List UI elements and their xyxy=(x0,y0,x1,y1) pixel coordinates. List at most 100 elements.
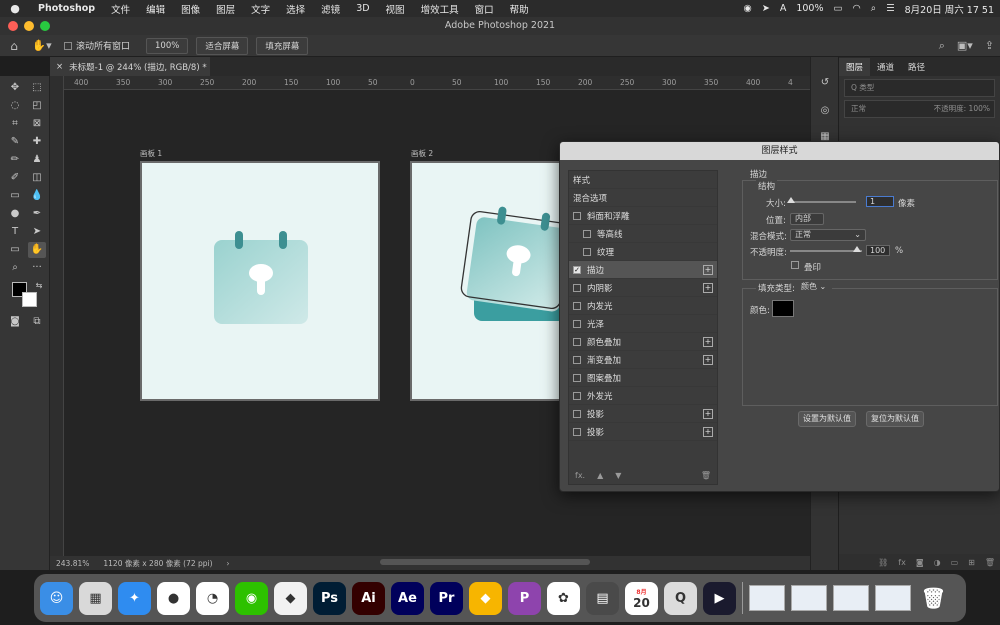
style-checkbox[interactable] xyxy=(573,319,581,328)
send-icon[interactable]: ➤ xyxy=(762,3,770,14)
menu-view[interactable]: 视图 xyxy=(378,2,413,16)
pen-tool-icon[interactable]: ✒ xyxy=(28,206,46,222)
blur-tool-icon[interactable]: 💧 xyxy=(28,188,46,204)
zoom-100-button[interactable]: 100% xyxy=(146,37,189,54)
style-list-item[interactable]: 内发光 xyxy=(569,297,717,315)
link-icon[interactable]: ⛓ xyxy=(878,558,888,567)
style-checkbox[interactable] xyxy=(573,355,581,364)
workspace-icon[interactable]: ▣▾ xyxy=(957,39,973,53)
style-checkbox[interactable] xyxy=(573,427,581,436)
style-list-item[interactable]: 混合选项 xyxy=(569,189,717,207)
style-list-item[interactable]: 样式 xyxy=(569,171,717,189)
tree-icon[interactable]: ◆ xyxy=(274,581,307,615)
recent-document-thumbnail[interactable] xyxy=(833,585,869,611)
add-effect-icon[interactable]: + xyxy=(703,409,713,419)
swap-colors-icon[interactable]: ⇆ xyxy=(30,278,48,294)
add-effect-icon[interactable]: + xyxy=(703,427,713,437)
wifi-icon[interactable]: ◠ xyxy=(852,3,860,14)
quick-mask-icon[interactable]: ◙ xyxy=(6,314,24,330)
artboard2-label[interactable]: 画板 2 xyxy=(411,148,433,159)
menu-file[interactable]: 文件 xyxy=(103,2,138,16)
more-tools-icon[interactable]: ··· xyxy=(28,260,46,276)
healing-tool-icon[interactable]: ✚ xyxy=(28,134,46,150)
style-checkbox[interactable] xyxy=(573,373,581,382)
style-checkbox[interactable] xyxy=(573,391,581,400)
frame-tool-icon[interactable]: ⊠ xyxy=(28,116,46,132)
status-arrow[interactable]: › xyxy=(227,559,230,568)
artboard1-label[interactable]: 画板 1 xyxy=(140,148,162,159)
zoom-tool-icon[interactable]: ⌕ xyxy=(6,260,24,276)
menu-layer[interactable]: 图层 xyxy=(208,2,243,16)
clock[interactable]: 8月20日 周六 17 51 xyxy=(905,2,994,16)
scroll-all-windows-checkbox[interactable]: 滚动所有窗口 xyxy=(64,39,130,52)
fx-menu-icon[interactable]: fx. xyxy=(575,471,585,480)
move-tool-icon[interactable]: ✥ xyxy=(6,80,24,96)
mask-icon[interactable]: ◙ xyxy=(916,558,924,567)
move-down-icon[interactable]: ▼ xyxy=(615,471,621,480)
tab-layers[interactable]: 图层 xyxy=(839,58,871,76)
finder-icon[interactable]: ☺ xyxy=(40,581,73,615)
home-icon[interactable]: ⌂ xyxy=(0,39,28,53)
menu-help[interactable]: 帮助 xyxy=(502,2,537,16)
close-window-button[interactable] xyxy=(8,21,18,31)
opacity-slider[interactable] xyxy=(790,250,862,252)
quicktime-icon[interactable]: Q xyxy=(664,581,697,615)
photoshop-icon[interactable]: Ps xyxy=(313,581,346,615)
dingtalk-icon[interactable]: ◔ xyxy=(196,581,229,615)
menu-3d[interactable]: 3D xyxy=(348,3,377,14)
style-list-item[interactable]: 图案叠加 xyxy=(569,369,717,387)
history-icon[interactable]: ↺ xyxy=(816,75,834,91)
menu-window[interactable]: 窗口 xyxy=(467,2,502,16)
style-list-item[interactable]: 等高线 xyxy=(569,225,717,243)
share-icon[interactable]: ⇪ xyxy=(985,39,994,53)
tab-paths[interactable]: 路径 xyxy=(901,58,932,76)
qq-icon[interactable]: ● xyxy=(157,581,190,615)
delete-layer-icon[interactable]: 🗑 xyxy=(985,558,995,567)
menu-image[interactable]: 图像 xyxy=(173,2,208,16)
wechat-icon[interactable]: ◉ xyxy=(235,581,268,615)
add-effect-icon[interactable]: + xyxy=(703,337,713,347)
history-brush-icon[interactable]: ✐ xyxy=(6,170,24,186)
lasso-tool-icon[interactable]: ◌ xyxy=(6,98,24,114)
opacity-slider-thumb[interactable] xyxy=(853,246,861,252)
calculator-icon[interactable]: ▤ xyxy=(586,581,619,615)
artboard-1[interactable] xyxy=(140,161,380,401)
style-list-item[interactable]: 纹理 xyxy=(569,243,717,261)
menu-filter[interactable]: 滤镜 xyxy=(313,2,348,16)
shape-tool-icon[interactable]: ▭ xyxy=(6,242,24,258)
add-effect-icon[interactable]: + xyxy=(703,283,713,293)
style-checkbox[interactable] xyxy=(583,229,591,238)
screen-app-icon[interactable]: ▶ xyxy=(703,581,736,615)
pockity-icon[interactable]: P xyxy=(508,581,541,615)
style-list-item[interactable]: 投影 + xyxy=(569,423,717,441)
background-color-swatch[interactable] xyxy=(22,292,37,307)
style-checkbox[interactable] xyxy=(583,247,591,256)
style-list-item[interactable]: 斜面和浮雕 xyxy=(569,207,717,225)
size-slider[interactable] xyxy=(790,201,856,203)
menu-select[interactable]: 选择 xyxy=(278,2,313,16)
horizontal-scrollbar[interactable] xyxy=(380,559,590,565)
gradient-tool-icon[interactable]: ▭ xyxy=(6,188,24,204)
safari-icon[interactable]: ✦ xyxy=(118,581,151,615)
calendar-icon[interactable]: 8月 20 xyxy=(625,581,658,615)
recent-document-thumbnail[interactable] xyxy=(791,585,827,611)
style-checkbox[interactable] xyxy=(573,337,581,346)
search-icon[interactable]: ⌕ xyxy=(939,39,945,53)
size-slider-thumb[interactable] xyxy=(787,197,795,203)
new-layer-icon[interactable]: ⊞ xyxy=(968,558,975,567)
fit-screen-button[interactable]: 适合屏幕 xyxy=(196,36,249,55)
screen-mode-icon[interactable]: ⧉ xyxy=(28,314,46,330)
marquee-tool-icon[interactable]: ⬚ xyxy=(28,80,46,96)
style-checkbox[interactable] xyxy=(573,283,581,292)
fill-type-select[interactable]: 颜色 ⌄ xyxy=(796,281,832,293)
adjustment-icon[interactable]: ◑ xyxy=(934,558,941,567)
overprint-checkbox[interactable] xyxy=(791,261,799,269)
group-icon[interactable]: ▭ xyxy=(951,558,959,567)
style-checkbox[interactable] xyxy=(573,211,581,220)
trash-icon[interactable]: 🗑 xyxy=(917,582,950,615)
dodge-tool-icon[interactable]: ● xyxy=(6,206,24,222)
style-list-item[interactable]: 光泽 xyxy=(569,315,717,333)
opacity-input[interactable]: 100 xyxy=(866,245,890,256)
control-center-icon[interactable]: ☰ xyxy=(886,3,895,14)
fill-screen-button[interactable]: 填充屏幕 xyxy=(256,36,309,55)
